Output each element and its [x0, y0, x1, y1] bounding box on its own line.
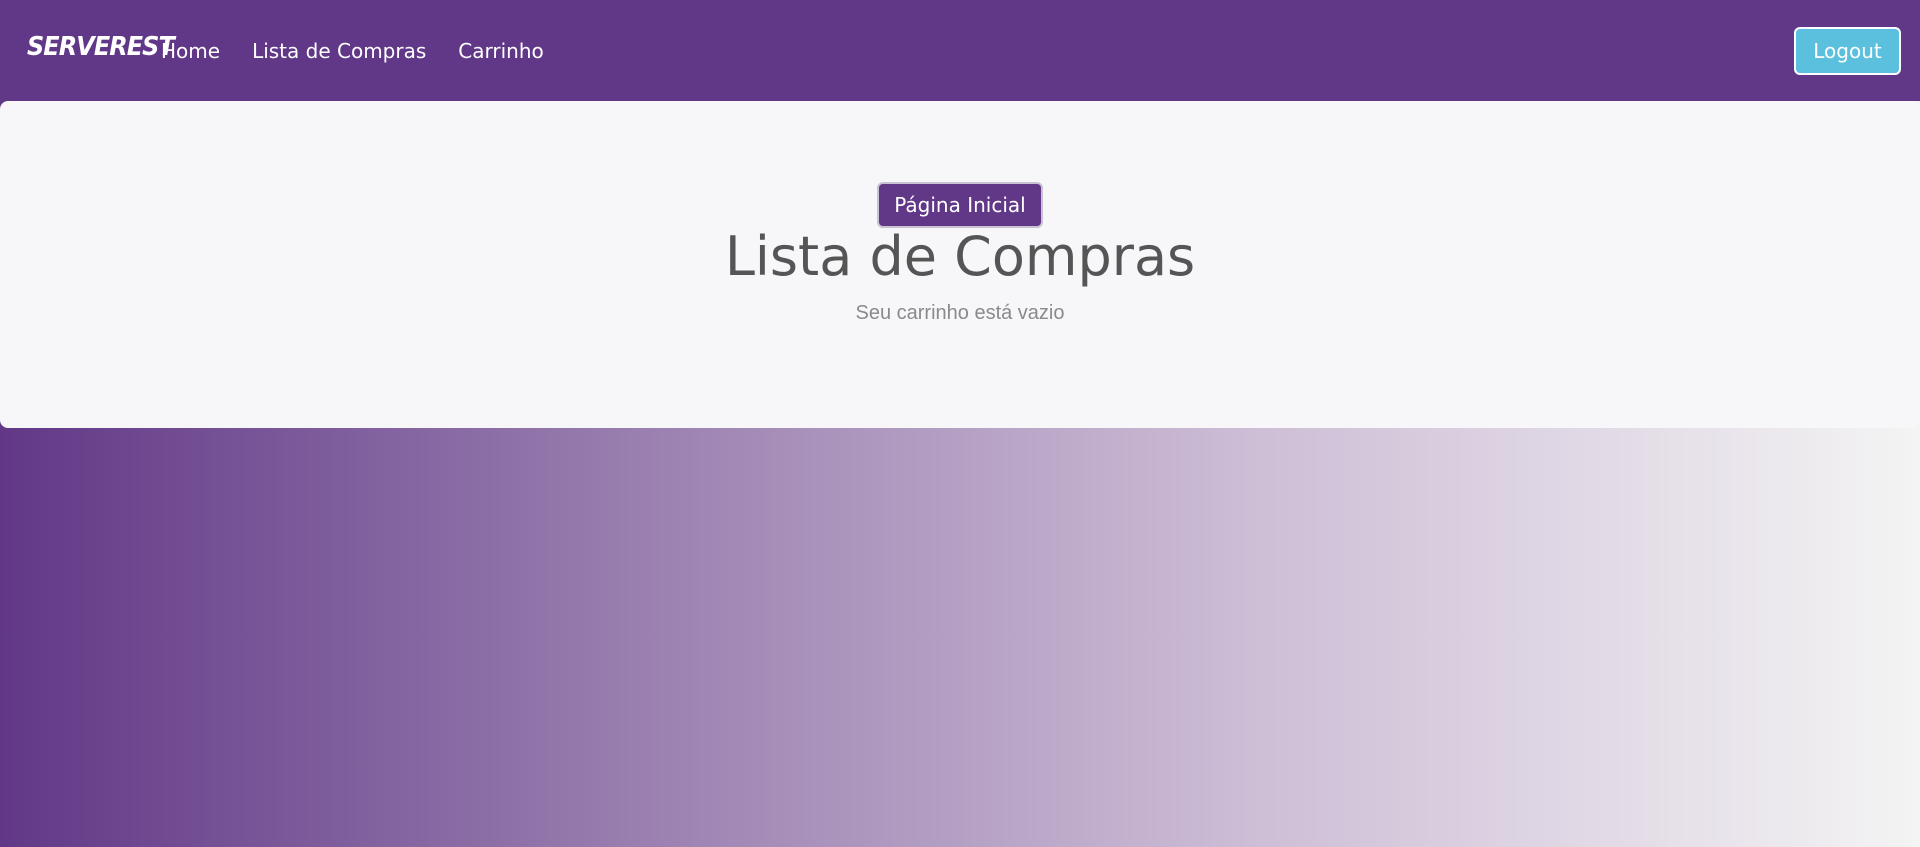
nav-link-carrinho[interactable]: Carrinho	[458, 39, 543, 63]
nav-link-lista-de-compras[interactable]: Lista de Compras	[252, 39, 426, 63]
home-page-button[interactable]: Página Inicial	[877, 182, 1043, 228]
nav-links: Home Lista de Compras Carrinho	[161, 0, 544, 101]
top-navbar: SERVEREST Home Lista de Compras Carrinho…	[0, 0, 1920, 101]
page-title: Lista de Compras	[724, 225, 1196, 288]
logout-button[interactable]: Logout	[1794, 27, 1901, 75]
shopping-list-panel: Página Inicial Lista de Compras Seu carr…	[0, 101, 1920, 428]
serverest-logo[interactable]: SERVEREST	[27, 34, 175, 60]
nav-link-home[interactable]: Home	[161, 39, 220, 63]
empty-cart-message: Seu carrinho está vazio	[855, 302, 1065, 324]
